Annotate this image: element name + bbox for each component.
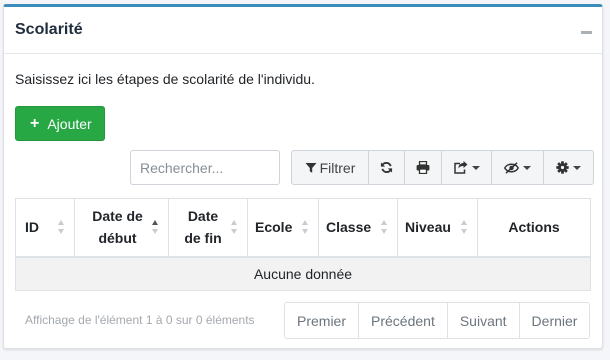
sort-asc-icon bbox=[152, 220, 159, 235]
sort-icon bbox=[302, 220, 309, 235]
page-last-button[interactable]: Dernier bbox=[519, 303, 590, 338]
add-button-label: Ajouter bbox=[47, 115, 92, 132]
page-next-button[interactable]: Suivant bbox=[447, 303, 520, 338]
intro-text: Saisissez ici les étapes de scolarité de… bbox=[15, 71, 315, 87]
card-header: Scolarité bbox=[4, 7, 602, 54]
filter-icon bbox=[305, 162, 317, 173]
column-visibility-button[interactable] bbox=[492, 151, 544, 184]
filter-label: Filtrer bbox=[319, 159, 356, 176]
chevron-down-icon bbox=[573, 165, 581, 170]
minus-icon bbox=[581, 31, 592, 34]
table-row: Aucune donnée bbox=[15, 256, 591, 291]
plus-icon: + bbox=[30, 114, 40, 132]
scolarite-card: Scolarité Saisissez ici les étapes de sc… bbox=[3, 4, 603, 349]
column-header-date-debut[interactable]: Date de début bbox=[74, 198, 169, 258]
column-header-id[interactable]: ID bbox=[15, 198, 75, 258]
pagination: Premier Précédent Suivant Dernier bbox=[284, 302, 591, 339]
search-input[interactable] bbox=[130, 150, 280, 185]
chevron-down-icon bbox=[471, 165, 480, 170]
print-button[interactable] bbox=[405, 151, 442, 184]
eye-slash-icon bbox=[504, 161, 519, 174]
filter-button[interactable]: Filtrer bbox=[292, 151, 369, 184]
refresh-button[interactable] bbox=[369, 151, 405, 184]
column-header-actions: Actions bbox=[477, 198, 591, 258]
column-header-classe[interactable]: Classe bbox=[318, 198, 398, 258]
table-header-row: ID Date de début Date de fin Ecole Class… bbox=[15, 198, 591, 258]
gear-icon bbox=[556, 161, 569, 174]
export-icon bbox=[453, 161, 467, 174]
column-header-ecole[interactable]: Ecole bbox=[247, 198, 319, 258]
sort-icon bbox=[461, 220, 468, 235]
column-header-niveau[interactable]: Niveau bbox=[397, 198, 478, 258]
empty-table-message: Aucune donnée bbox=[15, 256, 591, 291]
chevron-down-icon bbox=[523, 165, 531, 170]
scolarite-table: ID Date de début Date de fin Ecole Class… bbox=[15, 198, 591, 291]
sort-icon bbox=[381, 220, 388, 235]
table-toolbar: Filtrer bbox=[291, 150, 594, 185]
page-first-button[interactable]: Premier bbox=[285, 303, 360, 338]
settings-button[interactable] bbox=[544, 151, 593, 184]
card-title: Scolarité bbox=[15, 21, 83, 38]
page-previous-button[interactable]: Précédent bbox=[359, 303, 448, 338]
pagination-info: Affichage de l'élément 1 à 0 sur 0 éléme… bbox=[25, 313, 255, 327]
sort-icon bbox=[231, 220, 238, 235]
sort-icon bbox=[58, 220, 65, 235]
export-button[interactable] bbox=[442, 151, 492, 184]
collapse-button[interactable] bbox=[580, 24, 594, 38]
print-icon bbox=[416, 161, 430, 174]
refresh-icon bbox=[380, 162, 393, 173]
column-header-date-fin[interactable]: Date de fin bbox=[168, 198, 248, 258]
add-button[interactable]: + Ajouter bbox=[15, 106, 105, 141]
